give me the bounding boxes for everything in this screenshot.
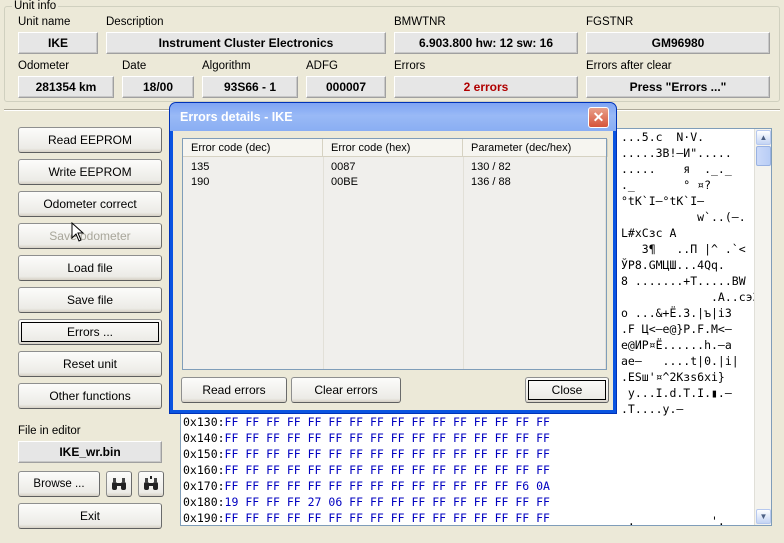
hex-address: 0x180: — [183, 495, 225, 509]
table-row[interactable]: 135 0087 130 / 82 — [183, 160, 606, 175]
adfg-label: ADFG — [306, 60, 338, 72]
hex-row[interactable]: 0x170:FF FF FF FF FF FF FF FF FF FF FF F… — [183, 479, 550, 495]
errors-field: 2 errors — [394, 76, 578, 98]
read-errors-button[interactable]: Read errors — [181, 377, 287, 403]
column-header-hex[interactable]: Error code (hex) — [323, 139, 463, 157]
dialog-title-bar[interactable]: Errors details - IKE — [170, 103, 616, 131]
ascii-column[interactable]: ...5.c N·V. .....ЗВ!–И"..... ..... я ._.… — [621, 129, 759, 525]
exit-button[interactable]: Exit — [18, 503, 162, 529]
find-button[interactable] — [106, 471, 132, 497]
odometer-label: Odometer — [18, 60, 70, 72]
scroll-down-button[interactable]: ▼ — [756, 509, 771, 524]
hex-row[interactable]: 0x130:FF FF FF FF FF FF FF FF FF FF FF F… — [183, 415, 550, 431]
error-parameter: 136 / 88 — [471, 176, 511, 188]
bmwtnr-field: 6.903.800 hw: 12 sw: 16 — [394, 32, 578, 54]
other-functions-button[interactable]: Other functions — [18, 383, 162, 409]
clear-errors-button[interactable]: Clear errors — [291, 377, 401, 403]
browse-button[interactable]: Browse ... — [18, 471, 100, 497]
column-header-param[interactable]: Parameter (dec/hex) — [463, 139, 608, 157]
write-eeprom-button[interactable]: Write EEPROM — [18, 159, 162, 185]
hex-bytes[interactable]: FF FF FF FF FF FF FF FF FF FF FF FF FF F… — [225, 431, 550, 445]
hex-bytes[interactable]: FF FF FF FF FF FF FF FF FF FF FF FF FF F… — [225, 511, 550, 525]
hex-bytes[interactable]: FF FF FF FF FF FF FF FF FF FF FF FF FF F… — [225, 463, 550, 477]
algorithm-label: Algorithm — [202, 60, 251, 72]
errors-label: Errors — [394, 60, 426, 72]
date-field: 18/00 — [122, 76, 194, 98]
read-eeprom-button[interactable]: Read EEPROM — [18, 127, 162, 153]
reset-unit-button[interactable]: Reset unit — [18, 351, 162, 377]
hex-bytes[interactable]: FF FF FF FF FF FF FF FF FF FF FF FF FF F… — [225, 447, 550, 461]
hex-address: 0x130: — [183, 415, 225, 429]
adfg-field: 000007 — [306, 76, 386, 98]
error-parameter: 130 / 82 — [471, 161, 511, 173]
save-file-button[interactable]: Save file — [18, 287, 162, 313]
hex-address: 0x190: — [183, 511, 225, 525]
binoculars-icon — [112, 478, 126, 490]
algorithm-field: 93S66 - 1 — [202, 76, 298, 98]
dialog-title: Errors details - IKE — [180, 110, 293, 124]
table-row[interactable]: 190 00BE 136 / 88 — [183, 175, 606, 190]
hex-row[interactable]: 0x190:FF FF FF FF FF FF FF FF FF FF FF F… — [183, 511, 550, 525]
hex-bytes[interactable]: FF FF FF FF FF FF FF FF FF FF FF FF FF F… — [225, 415, 550, 429]
dialog-close-button[interactable]: ✕ — [588, 107, 609, 128]
hex-address: 0x160: — [183, 463, 225, 477]
load-file-button[interactable]: Load file — [18, 255, 162, 281]
odometer-field: 281354 km — [18, 76, 114, 98]
hex-bytes[interactable]: FF FF FF FF FF FF FF FF FF FF FF FF FF F… — [225, 479, 550, 493]
hex-row[interactable]: 0x180:19 FF FF FF 27 06 FF FF FF FF FF F… — [183, 495, 550, 511]
description-label: Description — [106, 16, 164, 28]
mouse-cursor-icon — [71, 222, 85, 242]
unit-info-title: Unit info — [12, 0, 59, 12]
hex-row[interactable]: 0x140:FF FF FF FF FF FF FF FF FF FF FF F… — [183, 431, 550, 447]
unit-name-label: Unit name — [18, 16, 71, 28]
error-code-dec: 135 — [191, 161, 210, 173]
description-field: Instrument Cluster Electronics — [106, 32, 386, 54]
error-code-hex: 0087 — [331, 161, 356, 173]
errors-details-dialog: Errors details - IKE ✕ Error code (dec) … — [170, 103, 616, 413]
hex-row[interactable]: 0x160:FF FF FF FF FF FF FF FF FF FF FF F… — [183, 463, 550, 479]
unit-name-field: IKE — [18, 32, 98, 54]
save-odometer-button[interactable]: Save odometer — [18, 223, 162, 249]
arrow-up-icon: ▲ — [759, 133, 768, 142]
date-label: Date — [122, 60, 147, 72]
odometer-correct-button[interactable]: Odometer correct — [18, 191, 162, 217]
errors-after-clear-field: Press "Errors ..." — [586, 76, 770, 98]
arrow-down-icon: ▼ — [759, 512, 768, 521]
errors-button[interactable]: Errors ... — [18, 319, 162, 345]
file-in-editor-label: File in editor — [18, 425, 81, 437]
hex-scrollbar[interactable]: ▲ ▼ — [754, 129, 771, 525]
hex-address: 0x170: — [183, 479, 225, 493]
bmwtnr-label: BMWTNR — [394, 16, 446, 28]
close-button[interactable]: Close — [525, 377, 609, 403]
column-header-dec[interactable]: Error code (dec) — [183, 139, 323, 157]
scroll-up-button[interactable]: ▲ — [756, 130, 771, 145]
hex-bytes[interactable]: 19 FF FF FF 27 06 FF FF FF FF FF FF FF F… — [225, 495, 550, 509]
fgstnr-label: FGSTNR — [586, 16, 634, 28]
errors-after-clear-label: Errors after clear — [586, 60, 672, 72]
errors-list[interactable]: Error code (dec) Error code (hex) Parame… — [182, 138, 608, 370]
errors-list-header: Error code (dec) Error code (hex) Parame… — [183, 139, 608, 157]
find-next-button[interactable] — [138, 471, 164, 497]
close-icon: ✕ — [592, 109, 605, 125]
file-in-editor-field: IKE_wr.bin — [18, 441, 162, 463]
hex-address: 0x140: — [183, 431, 225, 445]
scroll-thumb[interactable] — [756, 146, 771, 166]
error-code-dec: 190 — [191, 176, 210, 188]
hex-row[interactable]: 0x150:FF FF FF FF FF FF FF FF FF FF FF F… — [183, 447, 550, 463]
binoculars-next-icon — [144, 476, 158, 490]
hex-address: 0x150: — [183, 447, 225, 461]
fgstnr-field: GM96980 — [586, 32, 770, 54]
error-code-hex: 00BE — [331, 176, 358, 188]
